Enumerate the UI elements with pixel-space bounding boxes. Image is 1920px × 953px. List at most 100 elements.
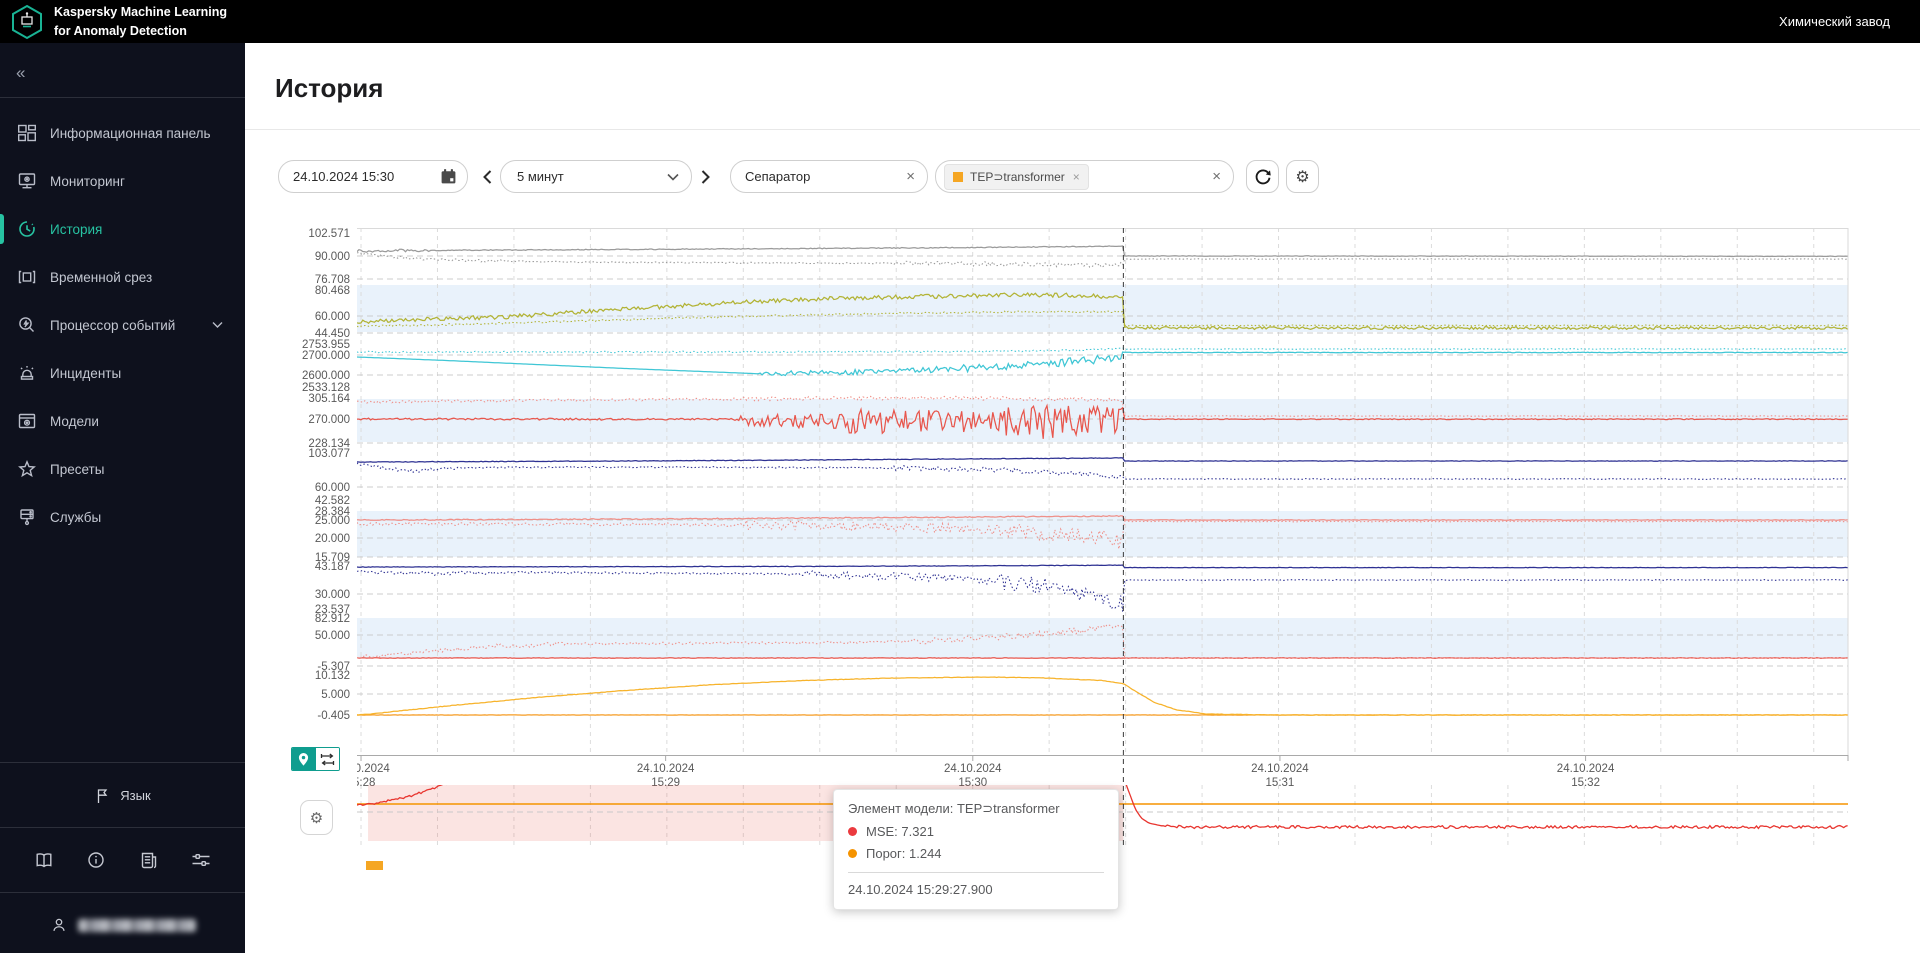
svg-text:2600.000: 2600.000 — [302, 370, 350, 382]
calendar-icon[interactable] — [440, 168, 457, 185]
settings-button[interactable] — [186, 845, 216, 875]
chart-tooltip: Элемент модели: TEP⊃transformer MSE: 7.3… — [833, 789, 1119, 910]
chevron-down-icon[interactable] — [212, 321, 223, 329]
refresh-icon — [1255, 169, 1271, 184]
sidebar-nav: Информационная панель Мониторинг История — [0, 109, 245, 541]
documentation-button[interactable] — [29, 845, 59, 875]
chart-settings-button[interactable]: ⚙ — [1286, 160, 1319, 193]
datetime-value: 24.10.2024 15:30 — [293, 169, 395, 184]
svg-text:10.132: 10.132 — [315, 670, 350, 682]
range-mode-button[interactable] — [315, 748, 339, 770]
sidebar-collapse-button[interactable]: « — [16, 63, 25, 83]
svg-text:24.10.2024: 24.10.2024 — [637, 763, 695, 775]
model-legend-swatch[interactable] — [366, 861, 383, 870]
flag-icon — [98, 788, 108, 803]
clear-object-filter-icon[interactable]: × — [906, 169, 915, 184]
newspaper-icon — [141, 852, 156, 869]
refresh-button[interactable] — [1246, 160, 1279, 193]
remove-model-chip-icon[interactable]: × — [1073, 170, 1080, 184]
book-icon — [36, 853, 52, 868]
chart-mode-toggle — [291, 747, 340, 771]
sidebar-divider — [0, 892, 245, 893]
threshold-dot-icon — [848, 849, 857, 858]
svg-text:30.000: 30.000 — [315, 589, 350, 601]
prev-interval-button[interactable] — [476, 160, 498, 193]
sidebar-divider — [0, 827, 245, 828]
about-button[interactable] — [81, 845, 111, 875]
sidebar-item-event-processor[interactable]: Процессор событий — [0, 301, 245, 349]
sidebar-divider — [0, 762, 245, 763]
sliders-icon — [192, 854, 210, 866]
sidebar-item-models[interactable]: Модели — [0, 397, 245, 445]
chevron-right-icon — [701, 169, 710, 184]
sidebar-item-services[interactable]: Службы — [0, 493, 245, 541]
sidebar-divider — [0, 97, 245, 98]
license-button[interactable] — [134, 845, 164, 875]
sidebar-footer-icons — [0, 842, 245, 878]
app-logo[interactable]: Kaspersky Machine Learning for Anomaly D… — [10, 3, 227, 39]
user-icon — [52, 918, 65, 931]
info-icon — [88, 852, 104, 868]
svg-text:90.000: 90.000 — [315, 251, 350, 263]
dashboard-icon — [18, 124, 37, 142]
object-filter-value: Сепаратор — [745, 169, 811, 184]
model-chip[interactable]: TEP⊃transformer × — [944, 163, 1089, 190]
user-email-blurred — [77, 918, 196, 932]
monitoring-icon — [18, 173, 36, 189]
model-color-swatch — [953, 171, 963, 182]
history-clock-icon — [19, 221, 35, 237]
next-interval-button[interactable] — [694, 160, 716, 193]
app-title: Kaspersky Machine Learning for Anomaly D… — [54, 5, 227, 38]
pin-mode-button[interactable] — [292, 748, 315, 770]
sidebar-item-monitoring[interactable]: Мониторинг — [0, 157, 245, 205]
model-chip-label: TEP⊃transformer — [970, 169, 1065, 184]
chevron-left-icon — [482, 169, 491, 184]
interval-select[interactable]: 5 минут — [500, 160, 692, 193]
main-content: История 24.10.2024 15:30 5 минут Сепарат… — [245, 43, 1920, 953]
svg-text:24.10.2024: 24.10.2024 — [944, 763, 1002, 775]
workspace-name[interactable]: Химический завод — [1779, 0, 1890, 43]
gear-icon: ⚙ — [1295, 168, 1310, 186]
svg-text:60.000: 60.000 — [315, 311, 350, 323]
datetime-picker[interactable]: 24.10.2024 15:30 — [278, 160, 468, 193]
object-filter-input[interactable]: Сепаратор × — [730, 160, 928, 193]
sidebar-item-incidents[interactable]: Инциденты — [0, 349, 245, 397]
clear-model-filter-icon[interactable]: × — [1212, 169, 1221, 184]
svg-text:-0.405: -0.405 — [317, 710, 350, 722]
event-processor-icon — [19, 317, 34, 332]
svg-text:82.912: 82.912 — [315, 613, 350, 625]
svg-text:80.468: 80.468 — [315, 285, 350, 297]
presets-star-icon — [18, 459, 36, 478]
svg-text:24.10.2024: 24.10.2024 — [332, 763, 390, 775]
svg-text:270.000: 270.000 — [308, 414, 350, 426]
kaspersky-hexagon-logo-icon — [12, 4, 42, 39]
page-title: История — [275, 73, 384, 103]
svg-text:20.000: 20.000 — [315, 533, 350, 545]
language-button[interactable]: Язык — [0, 779, 245, 811]
user-account[interactable] — [0, 909, 245, 941]
sidebar-item-presets[interactable]: Пресеты — [0, 445, 245, 493]
svg-text:305.164: 305.164 — [308, 393, 350, 405]
svg-text:25.000: 25.000 — [315, 515, 350, 527]
gear-icon: ⚙ — [309, 809, 324, 827]
sidebar: « Информационная панель Мониторинг Истор… — [0, 43, 245, 953]
sidebar-item-dashboard[interactable]: Информационная панель — [0, 109, 245, 157]
svg-text:15:31: 15:31 — [1266, 777, 1295, 789]
svg-text:103.077: 103.077 — [308, 448, 350, 460]
svg-text:102.571: 102.571 — [308, 228, 350, 240]
sidebar-item-time-slice[interactable]: Временной срез — [0, 253, 245, 301]
sidebar-item-history[interactable]: История — [0, 205, 245, 253]
active-item-indicator — [0, 214, 4, 244]
title-divider — [245, 129, 1920, 130]
svg-text:24.10.2024: 24.10.2024 — [1251, 763, 1309, 775]
top-bar: Kaspersky Machine Learning for Anomaly D… — [0, 0, 1920, 43]
svg-text:24.10.2024: 24.10.2024 — [1557, 763, 1615, 775]
svg-text:5.000: 5.000 — [321, 689, 350, 701]
map-pin-icon — [298, 752, 309, 766]
svg-text:50.000: 50.000 — [315, 630, 350, 642]
svg-text:60.000: 60.000 — [315, 482, 350, 494]
tooltip-threshold-value: Порог: 1.244 — [866, 846, 942, 861]
models-icon — [18, 413, 36, 429]
mse-settings-button[interactable]: ⚙ — [300, 800, 333, 835]
model-filter-input[interactable]: TEP⊃transformer × × — [935, 160, 1234, 193]
